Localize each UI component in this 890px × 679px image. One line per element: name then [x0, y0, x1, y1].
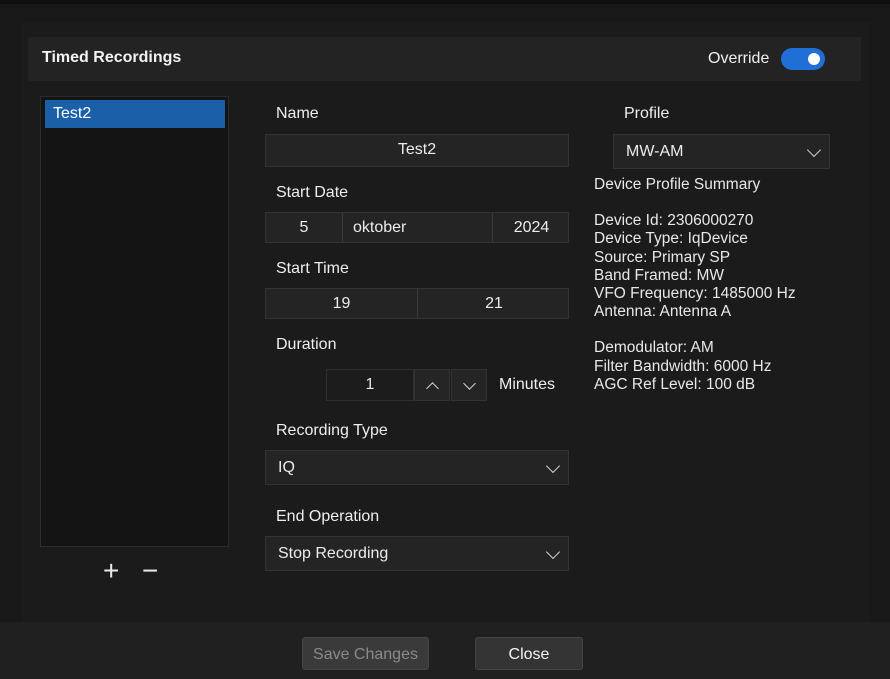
save-changes-button[interactable]: Save Changes: [302, 637, 429, 670]
duration-input[interactable]: 1: [326, 369, 414, 401]
override-toggle[interactable]: [781, 48, 825, 70]
remove-recording-button[interactable]: −: [142, 557, 158, 585]
page-title: Timed Recordings: [42, 49, 182, 66]
duration-up-button[interactable]: [414, 369, 450, 401]
summary-line: VFO Frequency: 1485000 Hz: [594, 284, 796, 302]
summary-line: Antenna: Antenna A: [594, 303, 732, 321]
summary-line: AGC Ref Level: 100 dB: [594, 375, 756, 393]
time-minute[interactable]: 21: [418, 289, 570, 318]
summary-line: Device Type: IqDevice: [594, 230, 748, 248]
list-item[interactable]: Test2: [45, 100, 225, 128]
device-profile-summary: Device Profile Summary Device Id: 230600…: [594, 176, 796, 394]
profile-value: MW-AM: [626, 143, 684, 160]
time-hour[interactable]: 19: [266, 289, 418, 318]
start-date-picker[interactable]: 5 oktober 2024: [265, 212, 569, 243]
add-recording-button[interactable]: +: [103, 557, 119, 585]
start-time-label: Start Time: [276, 260, 349, 277]
summary-line: Filter Bandwidth: 6000 Hz: [594, 357, 772, 375]
start-date-label: Start Date: [276, 184, 349, 201]
summary-line: Demodulator: AM: [594, 339, 714, 357]
profile-select[interactable]: MW-AM: [613, 134, 830, 169]
override-label: Override: [708, 50, 770, 67]
name-label: Name: [276, 105, 319, 122]
date-day[interactable]: 5: [266, 213, 343, 242]
start-time-picker[interactable]: 19 21: [265, 288, 569, 319]
date-year[interactable]: 2024: [493, 213, 570, 242]
chevron-down-icon: [806, 142, 822, 157]
name-input[interactable]: Test2: [265, 134, 569, 167]
chevron-down-icon: [545, 544, 561, 559]
summary-title: Device Profile Summary: [594, 176, 761, 193]
duration-label: Duration: [276, 336, 337, 353]
summary-line: Source: Primary SP: [594, 248, 731, 266]
date-month[interactable]: oktober: [343, 213, 493, 242]
profile-label: Profile: [624, 105, 670, 122]
summary-line: Device Id: 2306000270: [594, 212, 754, 230]
chevron-up-icon: [426, 382, 439, 395]
end-operation-select[interactable]: Stop Recording: [265, 536, 569, 571]
end-operation-label: End Operation: [276, 508, 380, 525]
recording-type-value: IQ: [278, 459, 295, 476]
footer-bar: [0, 622, 890, 679]
chevron-down-icon: [545, 458, 561, 473]
toggle-knob: [808, 53, 820, 65]
title-bar-strip: [0, 0, 890, 4]
summary-line: Band Framed: MW: [594, 266, 725, 284]
header-bar: Timed Recordings Override: [28, 37, 861, 81]
recordings-list[interactable]: Test2: [40, 96, 229, 547]
duration-unit: Minutes: [499, 376, 556, 393]
close-button[interactable]: Close: [475, 637, 583, 670]
recording-type-label: Recording Type: [276, 422, 388, 439]
duration-down-button[interactable]: [451, 369, 487, 401]
chevron-down-icon: [463, 377, 476, 390]
recording-type-select[interactable]: IQ: [265, 450, 569, 485]
end-operation-value: Stop Recording: [278, 545, 389, 562]
